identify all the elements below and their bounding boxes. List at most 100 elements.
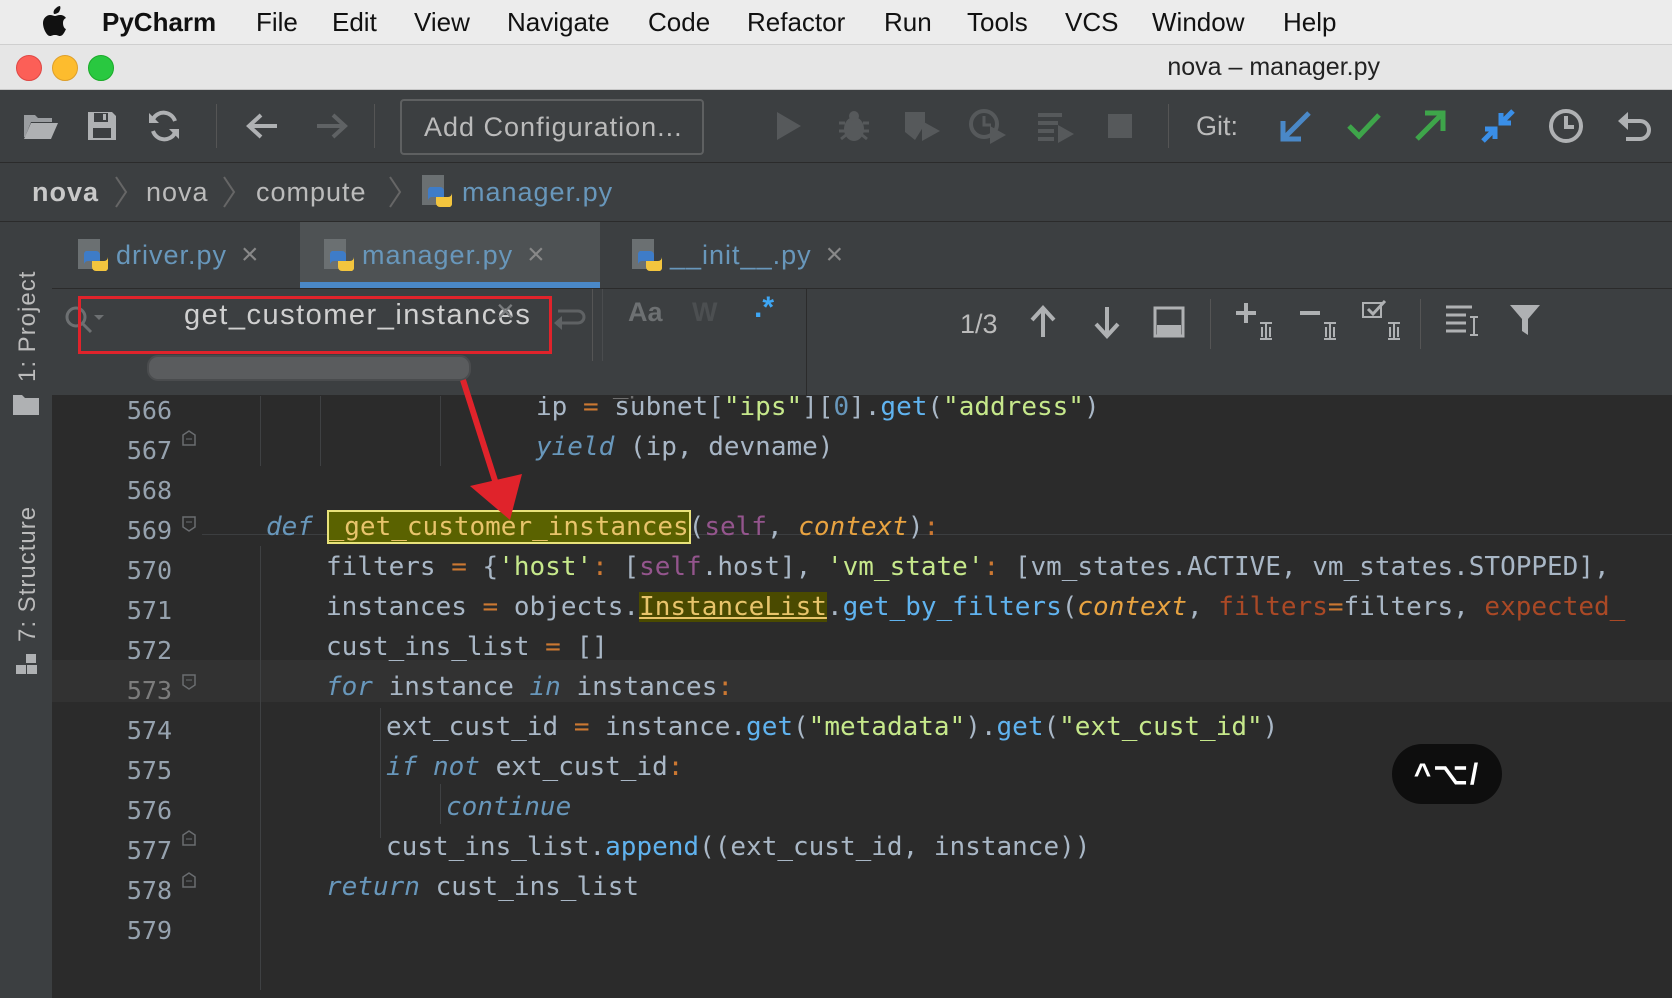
add-configuration-button[interactable]: Add Configuration... [400, 99, 704, 155]
breadcrumb-folder-compute[interactable]: compute [256, 163, 367, 221]
code-editor[interactable]: if not is_private(subnet): 566 567 568 5… [52, 396, 1672, 998]
git-commit-icon[interactable] [1342, 104, 1386, 148]
code-line-576: continue [446, 792, 572, 822]
code-line-578: return cust_ins_list [326, 872, 640, 902]
close-tab-icon[interactable]: × [527, 238, 546, 272]
menu-file[interactable]: File [256, 0, 298, 44]
history-clock-icon[interactable] [1544, 104, 1588, 148]
menu-code[interactable]: Code [648, 0, 710, 44]
line-number-current: 573 [126, 676, 172, 705]
back-arrow-icon[interactable] [240, 104, 284, 148]
git-merge-icon[interactable] [1476, 104, 1520, 148]
tab-init-py[interactable]: __init__.py × [612, 222, 844, 288]
current-line-highlight [52, 660, 1672, 702]
sync-icon[interactable] [142, 104, 186, 148]
tab-label: driver.py [116, 239, 228, 270]
minimize-window-button[interactable] [52, 55, 78, 81]
new-line-icon[interactable] [552, 303, 588, 333]
python-file-icon [324, 239, 355, 271]
menu-vcs[interactable]: VCS [1065, 0, 1118, 44]
code-line-577: cust_ins_list.append((ext_cust_id, insta… [386, 832, 1091, 862]
run-concurrency-icon[interactable] [1034, 104, 1078, 148]
line-number: 570 [126, 556, 172, 585]
close-tab-icon[interactable]: × [826, 238, 845, 272]
code-line-571: instances = objects.InstanceList.get_by_… [326, 592, 1626, 622]
line-number: 574 [126, 716, 172, 745]
project-tool-window-tab[interactable]: 1: Project [14, 271, 42, 382]
window-title: nova – manager.py [1167, 53, 1380, 81]
python-file-icon [632, 239, 663, 271]
folder-icon [13, 395, 39, 415]
menu-tools[interactable]: Tools [967, 0, 1028, 44]
menu-run[interactable]: Run [884, 0, 932, 44]
line-number: 567 [126, 436, 172, 465]
main-toolbar: Add Configuration... Git: [0, 90, 1672, 163]
menu-app-name[interactable]: PyCharm [102, 0, 216, 44]
git-label: Git: [1196, 111, 1239, 141]
menu-refactor[interactable]: Refactor [747, 0, 845, 44]
line-number: 568 [126, 476, 172, 505]
fold-end-icon[interactable] [182, 872, 196, 888]
close-window-button[interactable] [16, 55, 42, 81]
filter-search-results-icon[interactable] [1444, 303, 1480, 339]
tab-manager-py[interactable]: manager.py × [300, 222, 600, 288]
tab-label: manager.py [362, 239, 514, 270]
next-occurrence-icon[interactable] [1092, 305, 1122, 339]
debug-icon[interactable] [832, 104, 876, 148]
line-number: 577 [126, 836, 172, 865]
line-number: 572 [126, 636, 172, 665]
save-icon[interactable] [80, 104, 124, 148]
select-all-occurrences-icon[interactable] [1360, 297, 1404, 341]
add-occurrence-icon[interactable] [1232, 301, 1276, 341]
git-update-icon[interactable] [1274, 104, 1318, 148]
line-number: 569 [126, 516, 172, 545]
filter-icon[interactable] [1508, 303, 1542, 337]
menu-navigate[interactable]: Navigate [507, 0, 610, 44]
python-file-icon [78, 239, 109, 271]
line-number: 566 [126, 396, 172, 425]
editor-tabs: driver.py × manager.py × __init__.py × [52, 222, 1672, 289]
menu-edit[interactable]: Edit [332, 0, 377, 44]
open-in-find-window-icon[interactable] [1152, 305, 1186, 339]
apple-icon[interactable] [40, 6, 68, 38]
run-icon[interactable] [766, 104, 810, 148]
breadcrumb-folder-nova[interactable]: nova [146, 163, 209, 221]
structure-tool-window-tab[interactable]: 7: Structure [14, 506, 42, 642]
menu-help[interactable]: Help [1283, 0, 1336, 44]
search-input-highlight-box [78, 296, 552, 354]
git-push-icon[interactable] [1408, 104, 1452, 148]
code-line-567: yield (ip, devname) [536, 432, 834, 462]
menu-view[interactable]: View [414, 0, 470, 44]
python-file-icon [422, 175, 453, 207]
menu-window[interactable]: Window [1152, 0, 1244, 44]
profile-icon[interactable] [966, 104, 1010, 148]
open-folder-icon[interactable] [18, 104, 62, 148]
code-line-573: for instance in instances: [326, 672, 734, 702]
tab-driver-py[interactable]: driver.py × [76, 222, 260, 288]
fold-start-icon[interactable] [182, 674, 196, 690]
stop-icon[interactable] [1098, 104, 1142, 148]
remove-occurrence-icon[interactable] [1296, 301, 1340, 341]
fold-end-icon[interactable] [182, 830, 196, 846]
run-with-coverage-icon[interactable] [900, 104, 944, 148]
match-case-toggle[interactable]: Aa [628, 297, 663, 328]
previous-occurrence-icon[interactable] [1028, 305, 1058, 339]
whole-words-toggle[interactable]: W [692, 297, 717, 328]
shortcut-badge: ^⌥/ [1392, 744, 1502, 804]
rollback-icon[interactable] [1612, 104, 1656, 148]
breadcrumb-separator-icon [223, 176, 236, 208]
forward-arrow-icon[interactable] [310, 104, 354, 148]
fold-start-icon[interactable] [182, 516, 196, 532]
breadcrumb-project[interactable]: nova [32, 163, 99, 221]
breadcrumb-file[interactable]: manager.py [462, 163, 613, 221]
fold-end-icon[interactable] [182, 430, 196, 446]
line-number: 579 [126, 916, 172, 945]
line-number: 571 [126, 596, 172, 625]
close-tab-icon[interactable]: × [241, 238, 260, 272]
regex-toggle[interactable]: .* [754, 291, 774, 325]
code-line-570: filters = {'host': [self.host], 'vm_stat… [326, 552, 1610, 582]
structure-icon [16, 654, 37, 674]
search-field-scrollbar[interactable] [147, 355, 471, 381]
code-line-575: if not ext_cust_id: [386, 752, 684, 782]
zoom-window-button[interactable] [88, 55, 114, 81]
